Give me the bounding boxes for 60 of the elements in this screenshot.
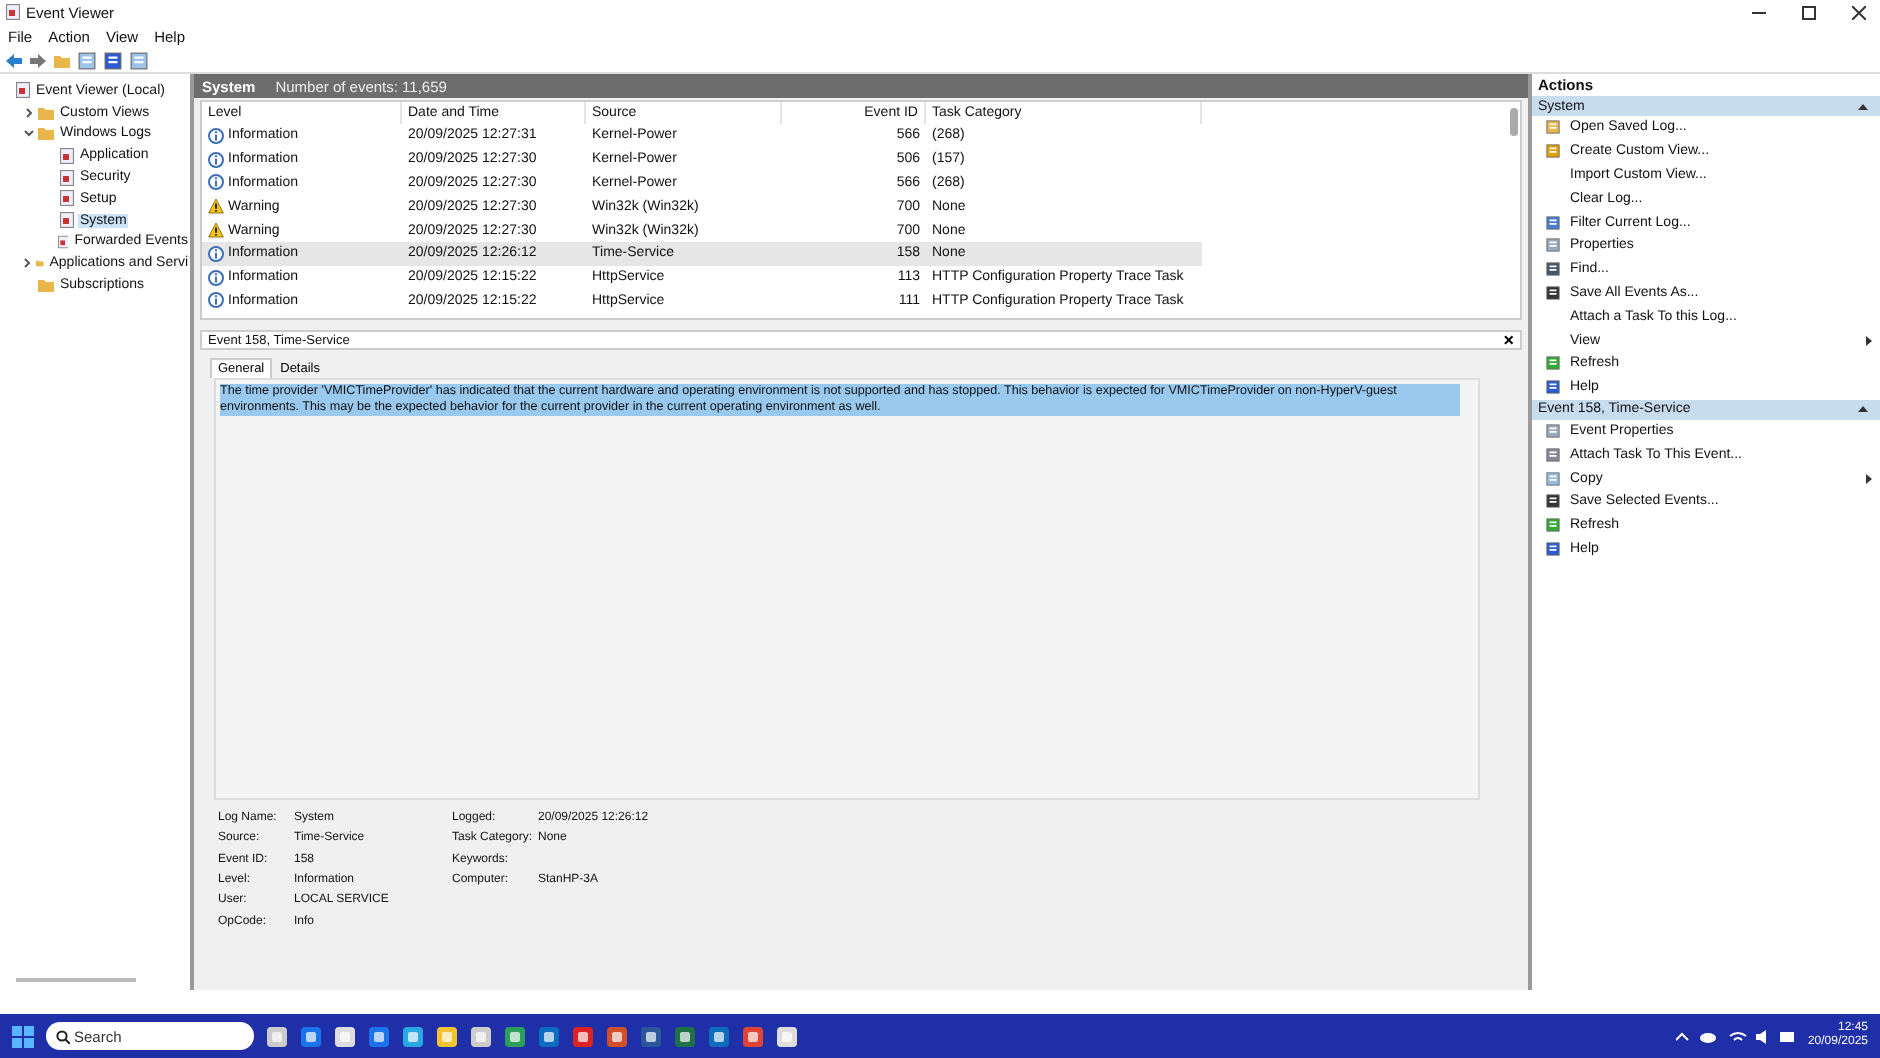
app-icon[interactable] (572, 1025, 594, 1047)
app-icon[interactable] (742, 1025, 764, 1047)
warning-icon (208, 198, 224, 215)
action-icon (1546, 447, 1560, 462)
action-icon (1546, 518, 1560, 533)
collapse-icon[interactable] (1858, 103, 1868, 109)
action-icon (1546, 144, 1560, 159)
action-icon (1546, 215, 1560, 230)
app-icon[interactable] (266, 1025, 288, 1047)
app-icon[interactable] (334, 1025, 356, 1047)
log-icon (16, 82, 30, 99)
action-icon (1546, 380, 1560, 395)
app-icon[interactable] (402, 1025, 424, 1047)
info-icon (208, 245, 224, 262)
app-icon[interactable] (368, 1025, 390, 1047)
log-icon (6, 4, 20, 20)
panel-icon (78, 51, 96, 69)
action-icon (1546, 423, 1560, 438)
app-icon[interactable] (504, 1025, 526, 1047)
info-icon (208, 127, 224, 144)
app-icon[interactable] (606, 1025, 628, 1047)
close-button[interactable]: × (1503, 332, 1514, 348)
forward-icon[interactable] (30, 53, 46, 67)
app-icon[interactable] (470, 1025, 492, 1047)
info-icon (208, 269, 224, 286)
minimize-icon[interactable] (1751, 11, 1765, 13)
app-icon[interactable] (640, 1025, 662, 1047)
tray-icons-drawing[interactable] (1675, 1029, 1796, 1043)
maximize-icon[interactable] (1801, 5, 1815, 19)
app-icon[interactable] (300, 1025, 322, 1047)
app-icon[interactable] (674, 1025, 696, 1047)
log-icon (57, 233, 69, 250)
info-icon (208, 151, 224, 168)
info-icon (208, 174, 224, 191)
app-icon[interactable] (708, 1025, 730, 1047)
action-icon (1546, 120, 1560, 135)
app-icon[interactable] (776, 1025, 798, 1047)
action-icon (1546, 356, 1560, 371)
start-icon[interactable] (12, 1025, 34, 1047)
folder-icon (54, 53, 70, 67)
action-icon (1546, 262, 1560, 277)
scrollbar-thumb[interactable] (1510, 108, 1518, 136)
scrollbar-thumb[interactable] (16, 978, 136, 982)
panel-icon (130, 51, 148, 69)
close-icon[interactable] (1851, 5, 1865, 19)
expanded-caret-icon[interactable] (23, 128, 33, 139)
collapsed-caret-icon[interactable] (22, 258, 32, 269)
back-icon[interactable] (6, 53, 22, 67)
action-icon (1546, 541, 1560, 556)
action-icon (1546, 471, 1560, 486)
info-icon (208, 292, 224, 309)
app-icon[interactable] (538, 1025, 560, 1047)
warning-icon (208, 222, 224, 239)
collapse-icon[interactable] (1858, 406, 1868, 413)
search-icon (56, 1029, 70, 1043)
action-icon (1546, 238, 1560, 253)
collapsed-caret-icon[interactable] (23, 107, 33, 118)
action-icon (1546, 285, 1560, 300)
app-icon[interactable] (436, 1025, 458, 1047)
action-icon (1546, 494, 1560, 509)
